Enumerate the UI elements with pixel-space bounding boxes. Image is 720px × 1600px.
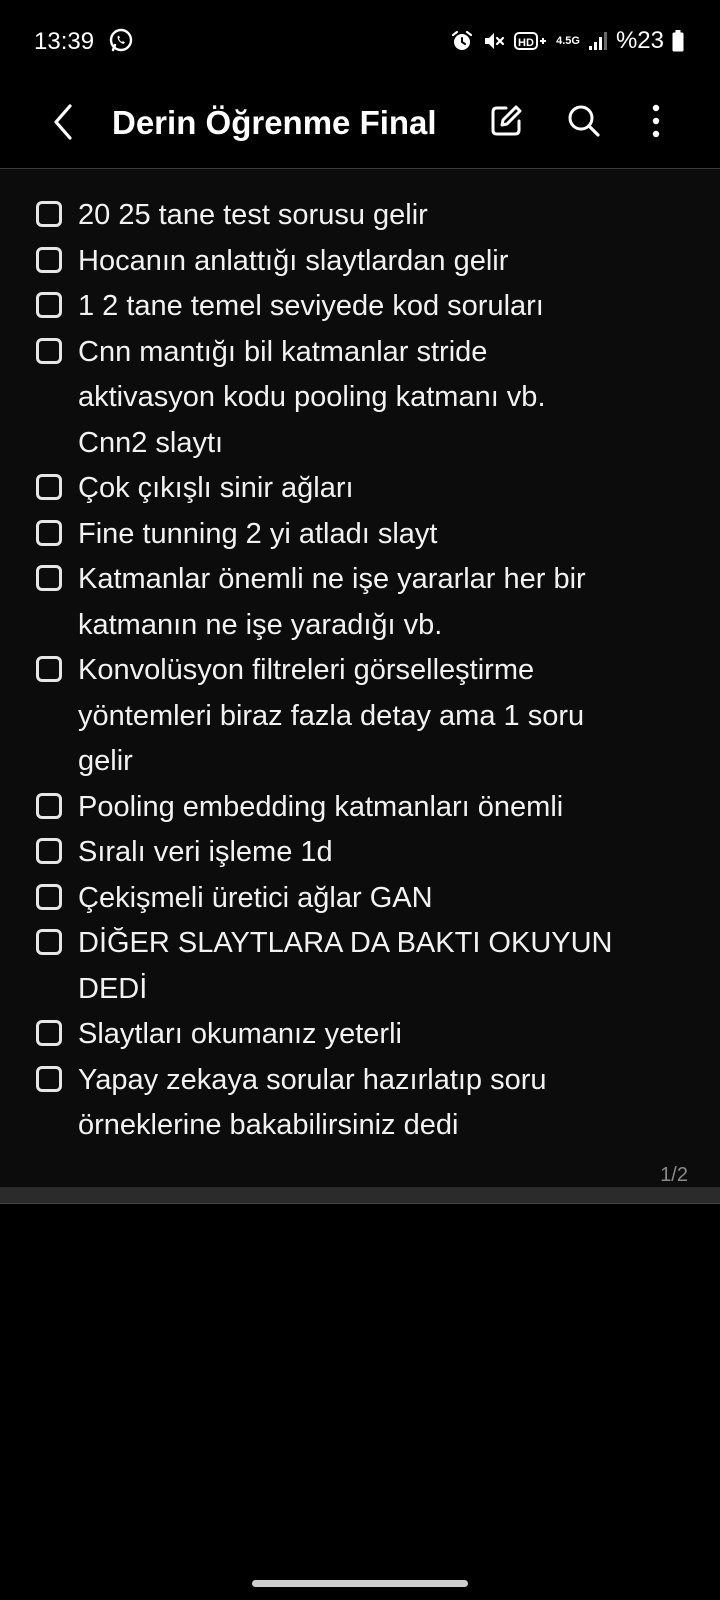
checkbox[interactable]: [36, 656, 62, 682]
checklist-item: Çekişmeli üretici ağlar GAN: [36, 876, 686, 922]
checklist-item: Sıralı veri işleme 1d: [36, 830, 686, 876]
checklist-item: 20 25 tane test sorusu gelir: [36, 193, 686, 239]
checklist-item: Pooling embedding katmanları önemli: [36, 785, 686, 831]
whatsapp-icon: [108, 28, 134, 54]
page-indicator: 1/2: [660, 1164, 688, 1186]
mute-icon: [482, 29, 506, 53]
edit-button[interactable]: [484, 96, 528, 146]
battery-percent: %23: [615, 27, 664, 54]
checklist-item-text[interactable]: Hocanın anlattığı slaytlardan gelir: [78, 239, 686, 285]
checklist-item: Yapay zekaya sorular hazırlatıp soru örn…: [36, 1058, 686, 1149]
checkbox[interactable]: [36, 292, 62, 318]
checklist-item: Katmanlar önemli ne işe yararlar her bir…: [36, 557, 686, 648]
checklist-item: Konvolüsyon filtreleri görselleştirme yö…: [36, 648, 686, 785]
search-button[interactable]: [562, 96, 606, 146]
alarm-icon: [450, 29, 474, 53]
checkbox[interactable]: [36, 201, 62, 227]
status-bar: 13:39 HD 4.5G %23: [0, 0, 720, 84]
checkbox[interactable]: [36, 1065, 62, 1092]
checkbox[interactable]: [36, 1020, 62, 1046]
checklist-item-text[interactable]: 20 25 tane test sorusu gelir: [78, 193, 686, 239]
checkbox[interactable]: [36, 792, 62, 819]
checkbox[interactable]: [36, 565, 62, 591]
checkbox[interactable]: [36, 519, 62, 546]
status-icons: HD 4.5G %23: [450, 26, 684, 56]
checklist-item-text[interactable]: Cnn mantığı bil katmanlar stride aktivas…: [78, 330, 686, 467]
checklist-item-text[interactable]: Konvolüsyon filtreleri görselleştirme yö…: [78, 648, 686, 785]
home-indicator[interactable]: [252, 1580, 468, 1587]
back-button[interactable]: [40, 94, 84, 150]
hd-voice-icon: HD: [514, 29, 548, 53]
battery-icon: [672, 30, 684, 52]
checklist-item-text[interactable]: Çekişmeli üretici ağlar GAN: [78, 876, 686, 922]
checklist: 20 25 tane test sorusu gelir Hocanın anl…: [36, 193, 686, 1149]
checklist-item: Cnn mantığı bil katmanlar stride aktivas…: [36, 330, 686, 467]
page-separator-line: [0, 1203, 720, 1204]
page-separator: [0, 1187, 720, 1203]
checklist-item: Slaytları okumanız yeterli: [36, 1012, 686, 1058]
checkbox[interactable]: [36, 838, 62, 864]
checklist-item-text[interactable]: DİĞER SLAYTLARA DA BAKTI OKUYUN DEDİ: [78, 921, 686, 1012]
checklist-item-text[interactable]: Yapay zekaya sorular hazırlatıp soru örn…: [78, 1058, 686, 1149]
checklist-item: DİĞER SLAYTLARA DA BAKTI OKUYUN DEDİ: [36, 921, 686, 1012]
app-bar: Derin Öğrenme Final: [0, 84, 720, 168]
note-page[interactable]: 20 25 tane test sorusu gelir Hocanın anl…: [0, 169, 720, 1187]
checkbox[interactable]: [36, 883, 62, 910]
more-options-button[interactable]: [634, 96, 678, 146]
status-time: 13:39: [34, 28, 95, 55]
back-arrow-icon: [54, 104, 72, 140]
checklist-item: Fine tunning 2 yi atladı slayt: [36, 512, 686, 558]
search-icon: [568, 105, 600, 137]
checklist-item-text[interactable]: Pooling embedding katmanları önemli: [78, 785, 686, 831]
svg-text:HD: HD: [518, 37, 534, 49]
checklist-item-text[interactable]: Çok çıkışlı sinir ağları: [78, 466, 686, 512]
network-type-icon: 4.5G: [556, 35, 580, 47]
checklist-item-text[interactable]: Slaytları okumanız yeterli: [78, 1012, 686, 1058]
checklist-item-text[interactable]: Fine tunning 2 yi atladı slayt: [78, 512, 686, 558]
checklist-item-text[interactable]: Sıralı veri işleme 1d: [78, 830, 686, 876]
more-vertical-icon: [652, 104, 660, 138]
checkbox[interactable]: [36, 337, 62, 364]
checkbox[interactable]: [36, 474, 62, 500]
checklist-item-text[interactable]: 1 2 tane temel seviyede kod soruları: [78, 284, 686, 330]
network-label: 4.5G: [556, 35, 580, 47]
checkbox[interactable]: [36, 246, 62, 273]
checklist-item: Çok çıkışlı sinir ağları: [36, 466, 686, 512]
note-title: Derin Öğrenme Final: [112, 104, 437, 141]
checklist-item-text[interactable]: Katmanlar önemli ne işe yararlar her bir…: [78, 557, 686, 648]
signal-icon: [588, 30, 608, 52]
checklist-item: Hocanın anlattığı slaytlardan gelir: [36, 239, 686, 285]
edit-icon: [491, 105, 522, 136]
checkbox[interactable]: [36, 929, 62, 955]
checklist-item: 1 2 tane temel seviyede kod soruları: [36, 284, 686, 330]
